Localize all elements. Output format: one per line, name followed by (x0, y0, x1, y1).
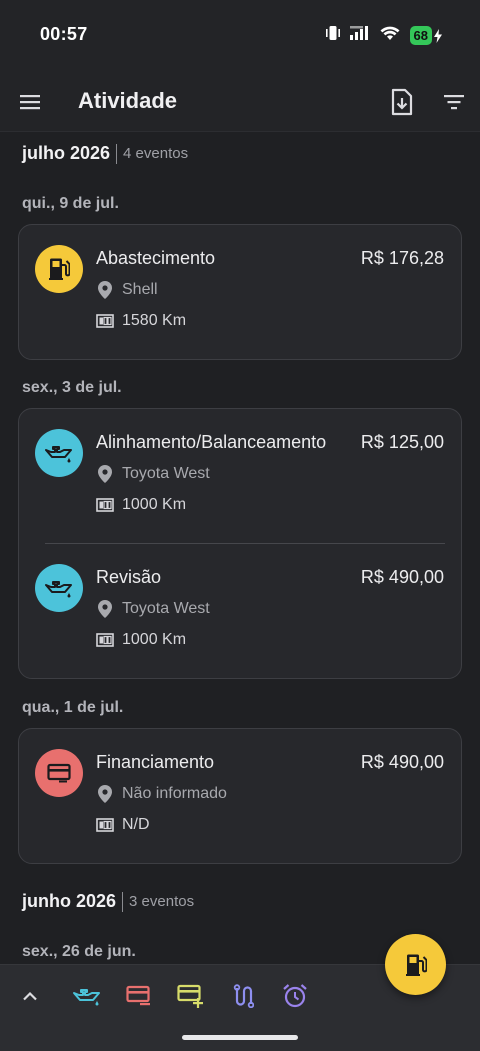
event-amount: R$ 125,00 (360, 432, 444, 452)
home-indicator (182, 1035, 298, 1040)
add-fuel-button[interactable] (385, 934, 446, 995)
charging-bolt-icon (434, 28, 442, 43)
status-time: 00:57 (40, 24, 88, 44)
credit-card-icon (35, 749, 83, 797)
fuel-pump-icon (405, 954, 427, 976)
chevron-up-icon[interactable] (14, 981, 46, 1011)
event-title: Abastecimento (96, 248, 216, 268)
event-card: Alinhamento/Balanceamento R$ 125,00 Toyo… (18, 408, 462, 679)
fuel-pump-icon (35, 245, 83, 293)
odometer-icon (96, 631, 114, 649)
route-icon[interactable] (227, 981, 259, 1011)
odometer-icon (96, 312, 114, 330)
event-place-text: Toyota West (122, 465, 210, 482)
event-item[interactable]: Abastecimento R$ 176,28 Shell 1580 Km (19, 225, 461, 359)
filter-icon[interactable] (442, 90, 466, 114)
event-odometer: 1000 Km (96, 631, 186, 649)
battery-level: 68 (409, 26, 432, 45)
day-label: sex., 26 de jun. (22, 943, 136, 960)
event-title: Alinhamento/Balanceamento (96, 432, 327, 452)
odometer-icon (96, 816, 114, 834)
event-odometer-text: N/D (122, 816, 150, 833)
oil-can-icon[interactable] (71, 981, 103, 1011)
event-amount: R$ 176,28 (360, 248, 444, 268)
oil-can-icon (35, 564, 83, 612)
menu-icon[interactable] (18, 90, 42, 114)
event-title: Financiamento (96, 752, 215, 772)
battery-indicator: 68 (409, 26, 442, 45)
event-item[interactable]: Financiamento R$ 490,00 Não informado N/… (19, 729, 461, 863)
wifi-icon (380, 26, 400, 46)
credit-card-minus-icon[interactable] (123, 981, 155, 1011)
event-place: Shell (96, 281, 158, 299)
event-odometer-text: 1580 Km (122, 312, 187, 329)
event-place-text: Não informado (122, 785, 227, 802)
month-event-count: 4 eventos (123, 145, 189, 162)
location-pin-icon (96, 281, 114, 299)
event-place-text: Shell (122, 281, 158, 298)
event-card: Financiamento R$ 490,00 Não informado N/… (18, 728, 462, 864)
event-place: Toyota West (96, 600, 210, 618)
event-amount: R$ 490,00 (360, 567, 444, 587)
month-title: junho 2026 (22, 891, 117, 911)
location-pin-icon (96, 465, 114, 483)
signal-icon (349, 26, 370, 45)
location-pin-icon (96, 785, 114, 803)
divider (122, 891, 124, 912)
month-title: julho 2026 (22, 143, 111, 163)
event-place: Toyota West (96, 465, 210, 483)
event-place-text: Toyota West (122, 600, 210, 617)
export-download-icon[interactable] (389, 88, 415, 116)
event-odometer: 1580 Km (96, 312, 186, 330)
activity-screen: 00:57 68 Atividade julho 2026 4 eventos … (0, 0, 480, 1051)
day-label: qui., 9 de jul. (22, 195, 119, 212)
app-bar: Atividade (0, 72, 480, 132)
event-item[interactable]: Revisão R$ 490,00 Toyota West 1000 Km (19, 544, 461, 678)
month-event-count: 3 eventos (129, 893, 195, 910)
month-header: julho 2026 4 eventos (22, 143, 188, 164)
divider (116, 143, 118, 164)
location-pin-icon (96, 600, 114, 618)
status-icons: 68 (325, 25, 442, 46)
credit-card-plus-icon[interactable] (175, 981, 207, 1011)
event-item[interactable]: Alinhamento/Balanceamento R$ 125,00 Toyo… (19, 409, 461, 543)
day-label: qua., 1 de jul. (22, 699, 124, 716)
page-title: Atividade (78, 88, 178, 113)
odometer-icon (96, 496, 114, 514)
event-odometer-text: 1000 Km (122, 496, 187, 513)
event-place: Não informado (96, 785, 227, 803)
oil-can-icon (35, 429, 83, 477)
day-label: sex., 3 de jul. (22, 379, 122, 396)
vibrate-icon (325, 25, 340, 46)
event-odometer: N/D (96, 816, 150, 834)
event-odometer-text: 1000 Km (122, 631, 187, 648)
status-bar: 00:57 68 (0, 0, 480, 72)
event-amount: R$ 490,00 (360, 752, 444, 772)
event-card: Abastecimento R$ 176,28 Shell 1580 Km (18, 224, 462, 360)
alarm-clock-icon[interactable] (279, 981, 311, 1011)
month-header: junho 2026 3 eventos (22, 891, 194, 912)
event-title: Revisão (96, 567, 162, 587)
event-odometer: 1000 Km (96, 496, 186, 514)
